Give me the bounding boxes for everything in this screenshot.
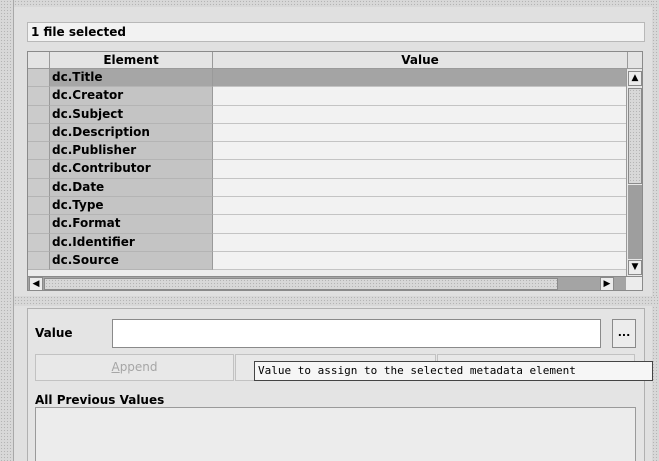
vertical-scroll-thumb[interactable] [628, 88, 642, 184]
row-header[interactable] [28, 142, 50, 161]
append-mnemonic: A [111, 360, 120, 374]
table-row[interactable]: dc.Format [28, 215, 626, 234]
row-header[interactable] [28, 251, 50, 271]
table-row[interactable]: dc.Title [28, 69, 626, 88]
scroll-corner [626, 276, 642, 290]
table-row[interactable]: dc.Publisher [28, 142, 626, 161]
window-edge-top [14, 0, 659, 7]
element-cell[interactable]: dc.Description [50, 123, 213, 143]
table-row[interactable]: dc.Description [28, 123, 626, 143]
row-header[interactable] [28, 105, 50, 124]
selection-status: 1 file selected [27, 22, 645, 42]
element-cell[interactable]: dc.Subject [50, 105, 213, 124]
column-header-element[interactable]: Element [50, 52, 213, 69]
table-row[interactable]: dc.Source [28, 251, 626, 271]
table-row[interactable]: dc.Type [28, 197, 626, 216]
value-cell[interactable] [213, 87, 626, 106]
element-cell[interactable]: dc.Source [50, 251, 213, 271]
arrow-down-icon[interactable]: ▼ [628, 260, 642, 275]
value-cell[interactable] [213, 233, 626, 252]
row-header[interactable] [28, 233, 50, 252]
value-cell[interactable] [213, 197, 626, 216]
value-input[interactable] [112, 319, 601, 348]
window-edge-right [652, 0, 659, 461]
value-cell[interactable] [213, 160, 626, 179]
browse-button[interactable]: ... [612, 319, 636, 348]
row-header[interactable] [28, 215, 50, 234]
append-button[interactable]: Append [35, 354, 234, 381]
table-row[interactable]: dc.Date [28, 178, 626, 198]
horizontal-scrollbar[interactable]: ◀ ▶ [28, 276, 626, 290]
element-cell[interactable]: dc.Identifier [50, 233, 213, 252]
column-header-value[interactable]: Value [213, 52, 628, 69]
row-header[interactable] [28, 87, 50, 106]
element-cell[interactable]: dc.Publisher [50, 142, 213, 161]
row-header[interactable] [28, 123, 50, 143]
table-row[interactable]: dc.Subject [28, 105, 626, 124]
value-cell[interactable] [213, 215, 626, 234]
arrow-left-icon[interactable]: ◀ [29, 277, 43, 290]
table-row[interactable]: dc.Contributor [28, 160, 626, 179]
row-header[interactable] [28, 69, 50, 88]
horizontal-scroll-thumb[interactable] [44, 278, 558, 290]
value-cell[interactable] [213, 123, 626, 143]
element-cell[interactable]: dc.Type [50, 197, 213, 216]
row-header[interactable] [28, 178, 50, 198]
value-cell[interactable] [213, 69, 626, 88]
header-corner-right [628, 52, 642, 69]
table-row[interactable]: dc.Identifier [28, 233, 626, 252]
element-cell[interactable]: dc.Title [50, 69, 213, 88]
element-cell[interactable]: dc.Contributor [50, 160, 213, 179]
arrow-right-icon[interactable]: ▶ [600, 277, 614, 290]
header-corner [28, 52, 50, 69]
metadata-table: Element Value dc.Title dc.Creator dc.Subje… [27, 51, 643, 291]
vertical-scrollbar[interactable]: ▲ ▼ [626, 69, 642, 276]
row-header[interactable] [28, 197, 50, 216]
value-cell[interactable] [213, 251, 626, 271]
append-label: ppend [119, 360, 158, 374]
value-cell[interactable] [213, 178, 626, 198]
value-editor-panel: Value ... Append All Previous Values [27, 308, 645, 461]
previous-values-list[interactable] [35, 407, 636, 461]
value-cell[interactable] [213, 142, 626, 161]
value-tooltip: Value to assign to the selected metadata… [254, 361, 653, 381]
table-row[interactable]: dc.Creator [28, 87, 626, 106]
element-cell[interactable]: dc.Creator [50, 87, 213, 106]
value-label: Value [35, 326, 73, 340]
window-edge-left [0, 0, 14, 461]
element-cell[interactable]: dc.Date [50, 178, 213, 198]
element-cell[interactable]: dc.Format [50, 215, 213, 234]
metadata-rows: dc.Title dc.Creator dc.Subject dc.Descripti… [28, 69, 626, 271]
vertical-scroll-track[interactable] [628, 185, 642, 259]
value-cell[interactable] [213, 105, 626, 124]
row-header[interactable] [28, 160, 50, 179]
arrow-up-icon[interactable]: ▲ [628, 71, 642, 86]
split-pane-divider[interactable] [14, 296, 659, 306]
previous-values-label: All Previous Values [35, 393, 165, 407]
